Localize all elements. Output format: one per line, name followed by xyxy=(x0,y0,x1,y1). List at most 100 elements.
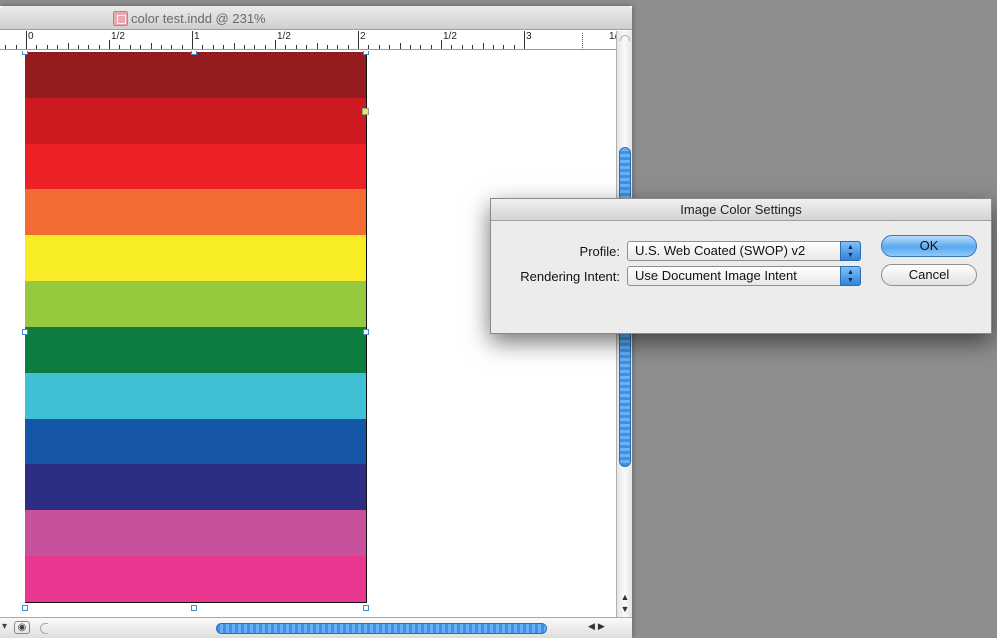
chevron-updown-icon: ▲ ▼ xyxy=(840,266,861,286)
ruler-tick xyxy=(98,45,100,49)
frame-handle-top-right[interactable] xyxy=(363,51,369,55)
ruler-tick xyxy=(399,43,401,49)
ruler-tick xyxy=(264,45,266,49)
ruler-label: 1/2 xyxy=(443,31,457,42)
color-stripe xyxy=(25,97,366,144)
ruler-tick xyxy=(420,45,422,49)
rendering-intent-value: Use Document Image Intent xyxy=(635,268,797,283)
ruler-tick xyxy=(26,31,27,49)
ruler-label: 0 xyxy=(28,31,34,42)
cancel-button[interactable]: Cancel xyxy=(881,264,977,286)
ruler-tick xyxy=(243,45,245,49)
ruler-tick xyxy=(503,45,505,49)
rendering-intent-select[interactable]: Use Document Image Intent ▲ ▼ xyxy=(627,266,861,286)
frame-handle-top-center[interactable] xyxy=(191,51,197,55)
pasteboard-menu-icon[interactable]: ▾ xyxy=(2,621,7,632)
ruler-tick xyxy=(389,45,391,49)
profile-select[interactable]: U.S. Web Coated (SWOP) v2 ▲ ▼ xyxy=(627,241,861,261)
ruler-label: 3 xyxy=(526,31,532,42)
ruler-tick xyxy=(337,45,339,49)
ruler-tick xyxy=(316,43,318,49)
ruler-tick xyxy=(192,31,193,49)
color-stripes-frame[interactable] xyxy=(25,52,367,603)
window-titlebar[interactable]: color test.indd @ 231% xyxy=(0,6,632,30)
ruler-tick xyxy=(233,43,235,49)
color-stripe xyxy=(25,418,366,465)
frame-handle-top-left[interactable] xyxy=(22,51,28,55)
color-stripe xyxy=(25,510,366,557)
frame-handle-middle-right[interactable] xyxy=(363,329,369,335)
ruler-tick xyxy=(513,45,515,49)
profile-label: Profile: xyxy=(579,243,620,259)
ruler-tick xyxy=(295,45,297,49)
ruler-tick xyxy=(223,45,225,49)
ruler-tick xyxy=(150,43,152,49)
chevron-updown-icon: ▲ ▼ xyxy=(840,241,861,261)
document-canvas[interactable] xyxy=(0,51,616,617)
ruler-tick xyxy=(36,45,38,49)
ruler-tick xyxy=(524,31,525,49)
horizontal-scrollbar[interactable]: ▾ ◉ ◀▶ xyxy=(0,617,632,638)
horizontal-scroll-arrows[interactable]: ◀▶ xyxy=(588,621,608,632)
scroll-track-cap xyxy=(620,35,630,41)
frame-out-port-handle[interactable] xyxy=(362,108,369,115)
ruler-tick xyxy=(109,40,110,49)
ruler-tick xyxy=(326,45,328,49)
horizontal-ruler[interactable]: 0 1/2 1 1/2 2 1/2 3 1/ xyxy=(0,31,617,50)
dialog-title: Image Color Settings xyxy=(491,199,991,221)
ruler-label: 2 xyxy=(360,31,366,42)
ruler-tick xyxy=(140,45,142,49)
color-stripe xyxy=(25,281,366,327)
ruler-tick xyxy=(15,45,17,49)
ruler-tick xyxy=(451,45,453,49)
vertical-scroll-arrows[interactable]: ▲ ▼ xyxy=(617,591,633,615)
ruler-tick xyxy=(347,45,349,49)
ruler-tick xyxy=(378,45,380,49)
ruler-label: 1 xyxy=(194,31,200,42)
ruler-tick xyxy=(171,45,173,49)
color-stripe xyxy=(25,235,366,282)
ruler-tick xyxy=(129,45,131,49)
ruler-tick xyxy=(409,45,411,49)
frame-handle-bottom-left[interactable] xyxy=(22,605,28,611)
indesign-document-icon xyxy=(113,10,128,26)
color-stripe xyxy=(25,556,366,602)
horizontal-scroll-thumb[interactable] xyxy=(216,623,547,634)
ruler-tick xyxy=(430,45,432,49)
ruler-tick xyxy=(160,45,162,49)
color-stripe xyxy=(25,143,366,190)
frame-handle-middle-left[interactable] xyxy=(22,329,28,335)
ruler-tick xyxy=(461,45,463,49)
profile-value: U.S. Web Coated (SWOP) v2 xyxy=(635,243,806,258)
color-stripe xyxy=(25,189,366,236)
ruler-tick xyxy=(285,45,287,49)
ruler-tick xyxy=(368,45,370,49)
ruler-label: 1/2 xyxy=(111,31,125,42)
frame-handle-bottom-right[interactable] xyxy=(363,605,369,611)
ruler-tick xyxy=(441,40,442,49)
rendering-intent-label: Rendering Intent: xyxy=(520,268,620,284)
ruler-tick xyxy=(492,45,494,49)
color-stripe xyxy=(25,464,366,511)
color-stripe xyxy=(25,52,366,98)
scroll-track-cap-left xyxy=(40,623,48,634)
profile-row: Profile: U.S. Web Coated (SWOP) v2 ▲ ▼ xyxy=(491,240,861,262)
ruler-tick xyxy=(57,45,59,49)
ruler-tick xyxy=(77,45,79,49)
image-color-settings-dialog: Image Color Settings Profile: U.S. Web C… xyxy=(490,198,992,334)
ruler-tick xyxy=(275,40,276,49)
color-stripe xyxy=(25,326,366,373)
ruler-tick xyxy=(254,45,256,49)
frame-handle-bottom-center[interactable] xyxy=(191,605,197,611)
color-stripe xyxy=(25,372,366,419)
ruler-tick xyxy=(181,45,183,49)
ruler-tick xyxy=(472,45,474,49)
ruler-guide-marker xyxy=(582,33,583,50)
ruler-tick xyxy=(46,45,48,49)
ruler-tick xyxy=(358,31,359,49)
preview-mode-icon[interactable]: ◉ xyxy=(14,621,30,634)
ok-button[interactable]: OK xyxy=(881,235,977,257)
window-title: color test.indd @ 231% xyxy=(131,10,266,26)
ruler-label: 1/2 xyxy=(277,31,291,42)
ruler-tick xyxy=(202,45,204,49)
